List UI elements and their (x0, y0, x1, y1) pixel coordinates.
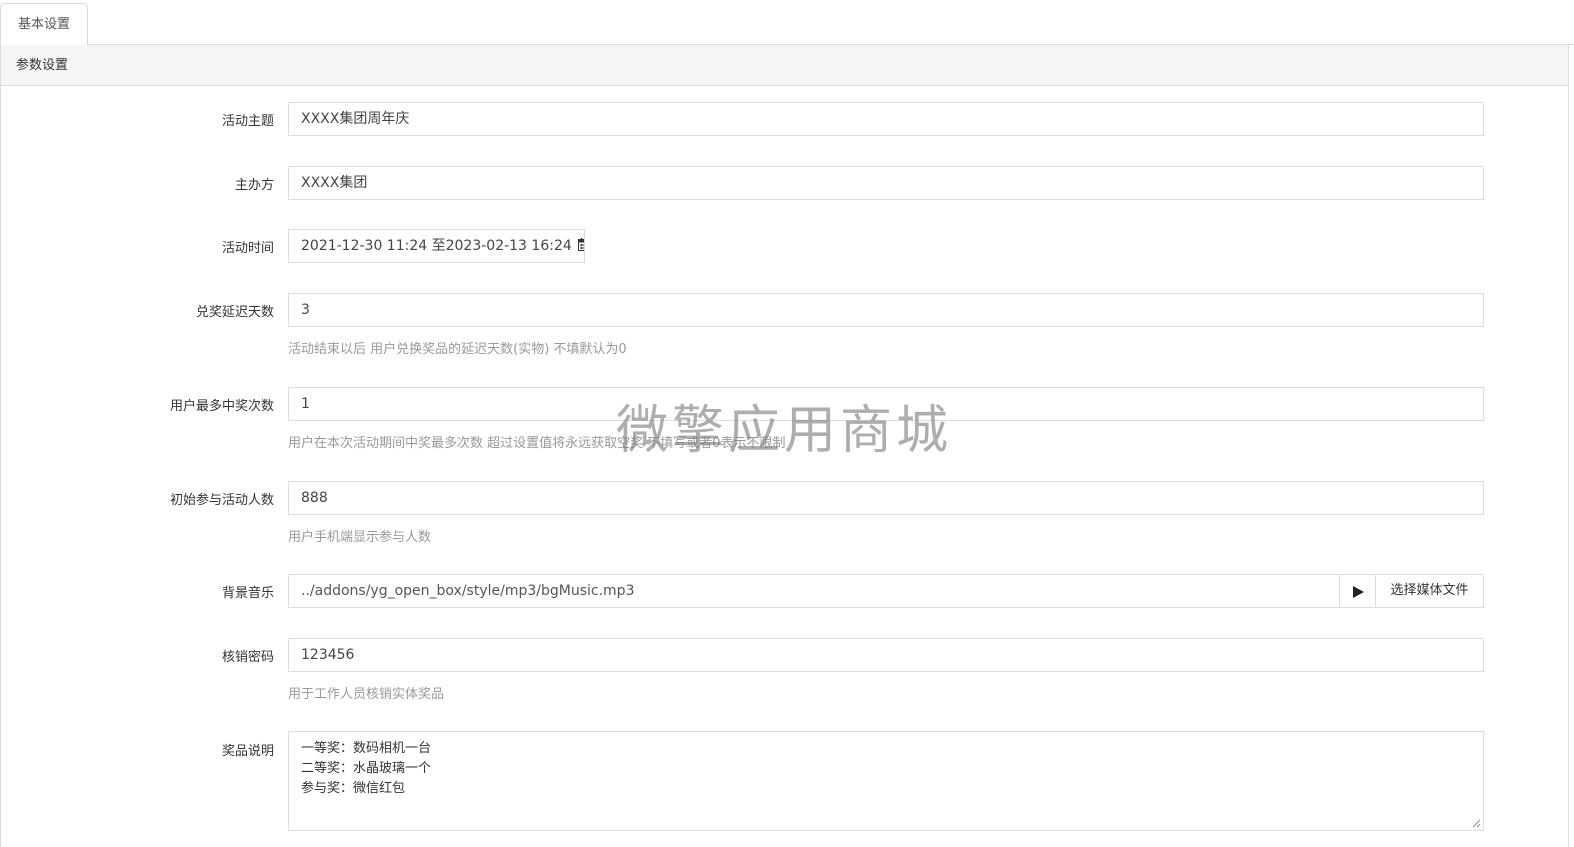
prize-desc-line: 参与奖：微信红包 (301, 781, 406, 796)
max-wins-label: 用户最多中奖次数 (169, 399, 274, 414)
tab-basic-settings[interactable]: 基本设置 (0, 3, 88, 46)
select-media-button[interactable]: 选择媒体文件 (1375, 574, 1484, 608)
prize-desc-label: 奖品说明 (221, 744, 274, 759)
verify-password-input[interactable]: 123456 (288, 638, 1484, 672)
bg-music-input[interactable]: ../addons/yg_open_box/style/mp3/bgMusic.… (288, 574, 1340, 608)
delay-days-label: 兑奖延迟天数 (195, 305, 274, 320)
resize-handle-icon[interactable] (1472, 819, 1481, 828)
verify-password-help: 用于工作人员核销实体奖品 (288, 687, 445, 702)
max-wins-help: 用户在本次活动期间中奖最多次数 超过设置值将永远获取空奖 不填写或者0表示不限制 (288, 436, 786, 451)
panel-heading: 参数设置 (1, 45, 1568, 86)
prize-desc-line: 一等奖：数码相机一台 (301, 741, 432, 756)
bg-music-group: ../addons/yg_open_box/style/mp3/bgMusic.… (288, 574, 1484, 608)
initial-participants-input[interactable]: 888 (288, 481, 1484, 515)
calendar-icon (578, 238, 584, 251)
time-label: 活动时间 (221, 241, 274, 256)
theme-input[interactable]: XXXX集团周年庆 (288, 102, 1484, 136)
delay-days-input[interactable]: 3 (288, 293, 1484, 327)
theme-label: 活动主题 (221, 114, 274, 129)
bg-music-label: 背景音乐 (221, 586, 274, 601)
organizer-label: 主办方 (234, 178, 274, 193)
initial-participants-label: 初始参与活动人数 (169, 493, 274, 508)
verify-password-label: 核销密码 (221, 650, 274, 665)
max-wins-input[interactable]: 1 (288, 387, 1484, 421)
delay-days-help: 活动结束以后 用户兑换奖品的延迟天数(实物) 不填默认为0 (288, 342, 627, 357)
time-range-value: 2021-12-30 11:24 至2023-02-13 16:24 (301, 238, 572, 254)
time-range-picker[interactable]: 2021-12-30 11:24 至2023-02-13 16:24 (288, 229, 585, 263)
tab-bar: 基本设置 (0, 0, 1574, 46)
prize-desc-textarea[interactable]: 一等奖：数码相机一台 二等奖：水晶玻璃一个 参与奖：微信红包 (288, 731, 1484, 831)
play-icon (1353, 586, 1364, 598)
organizer-input[interactable]: XXXX集团 (288, 166, 1484, 200)
prize-desc-line: 二等奖：水晶玻璃一个 (301, 761, 432, 776)
initial-participants-help: 用户手机端显示参与人数 (288, 530, 432, 545)
play-button[interactable] (1339, 574, 1376, 608)
